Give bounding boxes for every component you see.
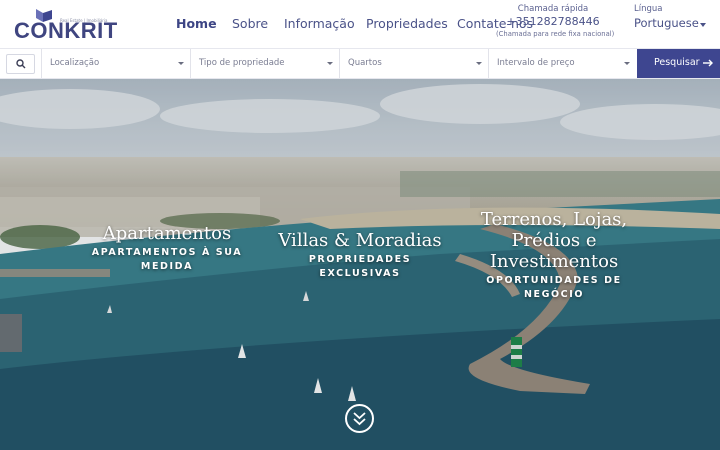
location-select-label: Localização (50, 58, 100, 68)
category-apartamentos-title: Apartamentos (102, 223, 232, 244)
category-villas-title: Villas & Moradias (278, 230, 442, 251)
category-apartamentos[interactable]: Apartamentos APARTAMENTOS À SUA MEDIDA (82, 223, 252, 274)
chevron-down-icon (700, 23, 706, 27)
nav-informacao[interactable]: Informação (284, 16, 355, 31)
double-chevron-down-icon (353, 412, 366, 426)
search-icon-button[interactable] (6, 54, 35, 74)
property-type-select-label: Tipo de propriedade (199, 58, 285, 68)
quick-call-number[interactable]: +351282788446 (496, 15, 610, 29)
hero-banner: Apartamentos APARTAMENTOS À SUA MEDIDA V… (0, 79, 720, 450)
nav-home[interactable]: Home (176, 16, 217, 31)
search-icon (16, 59, 26, 69)
logo-wordmark: CONKRIT (14, 18, 118, 43)
category-terrenos[interactable]: Terrenos, Lojas, Prédios e Investimentos… (458, 209, 650, 302)
category-terrenos-title: Terrenos, Lojas, Prédios e Investimentos (480, 209, 628, 272)
property-type-select[interactable]: Tipo de propriedade (190, 49, 340, 78)
language-selector[interactable]: Língua Portuguese (634, 4, 712, 31)
site-header: Real Estate | Imobiliária CONKRIT Home S… (0, 0, 720, 48)
price-range-select-label: Intervalo de preço (497, 58, 575, 68)
quick-call-label: Chamada rápida (517, 4, 589, 14)
nav-sobre[interactable]: Sobre (232, 16, 268, 31)
category-apartamentos-subtitle: APARTAMENTOS À SUA MEDIDA (91, 247, 243, 272)
bedrooms-select[interactable]: Quartos (339, 49, 489, 78)
chevron-down-icon (327, 62, 333, 65)
location-select[interactable]: Localização (41, 49, 191, 78)
property-search-bar: Localização Tipo de propriedade Quartos … (0, 48, 720, 79)
chevron-down-icon (624, 62, 630, 65)
logo[interactable]: Real Estate | Imobiliária CONKRIT (14, 7, 117, 43)
chevron-down-icon (476, 62, 482, 65)
chevron-down-icon (178, 62, 184, 65)
search-button[interactable]: Pesquisar (637, 49, 720, 78)
scroll-down-button[interactable] (345, 404, 374, 433)
nav-propriedades[interactable]: Propriedades (366, 16, 448, 31)
arrow-right-icon (703, 59, 713, 67)
category-terrenos-subtitle: OPORTUNIDADES DE NEGÓCIO (486, 275, 622, 300)
language-label: Língua (634, 4, 663, 14)
quick-call: Chamada rápida +351282788446 (Chamada pa… (496, 4, 615, 39)
category-villas[interactable]: Villas & Moradias PROPRIEDADES EXCLUSIVA… (268, 230, 452, 281)
price-range-select[interactable]: Intervalo de preço (488, 49, 637, 78)
quick-call-note: (Chamada para rede fixa nacional) (496, 30, 615, 38)
search-button-label: Pesquisar (654, 57, 700, 68)
category-villas-subtitle: PROPRIEDADES EXCLUSIVAS (308, 254, 412, 279)
bedrooms-select-label: Quartos (348, 58, 382, 68)
